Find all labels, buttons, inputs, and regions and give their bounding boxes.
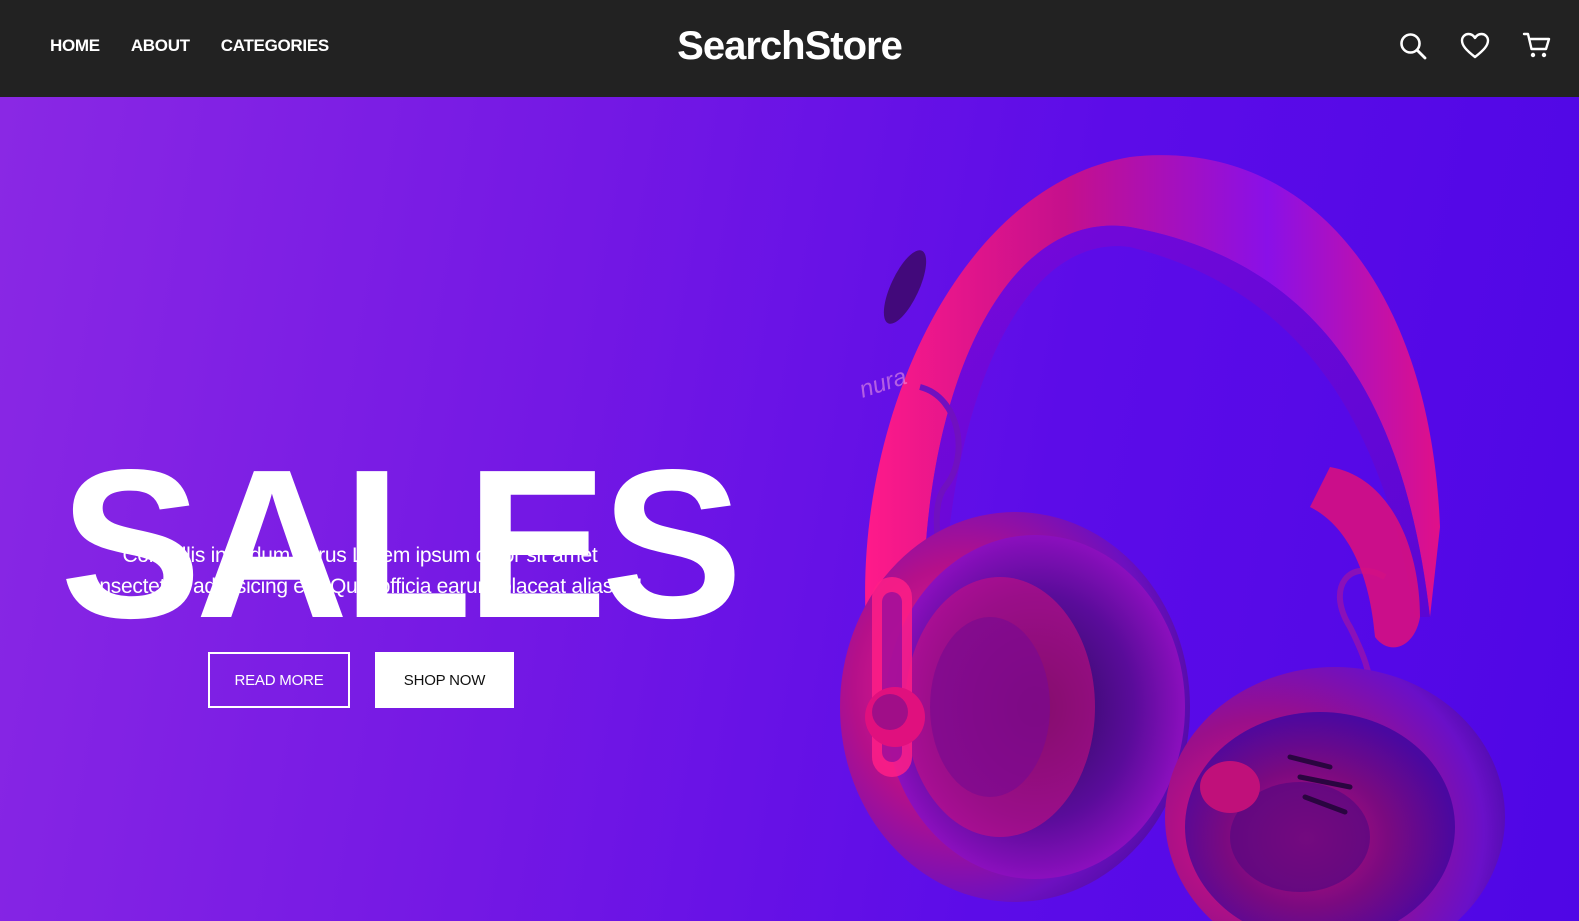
wishlist-button[interactable] <box>1459 28 1491 64</box>
shop-now-button[interactable]: SHOP NOW <box>375 652 514 708</box>
header-actions <box>1397 28 1553 64</box>
read-more-button[interactable]: READ MORE <box>208 652 350 708</box>
cart-icon <box>1522 32 1551 58</box>
brand-logo[interactable]: SearchStore <box>0 22 1579 70</box>
hero-description: Convallis interdum purus Lorem ipsum dol… <box>50 540 670 602</box>
heart-icon <box>1460 32 1490 59</box>
search-button[interactable] <box>1397 28 1429 64</box>
headphones-product-image: nura <box>840 155 1505 921</box>
site-header: HOME ABOUT CATEGORIES SearchStore <box>0 0 1579 97</box>
hero-description-line-2: consectetur, adipisicing elit. Quia offi… <box>77 575 643 598</box>
search-icon <box>1400 33 1427 60</box>
cart-button[interactable] <box>1521 28 1553 64</box>
hero-banner: SALES Convallis interdum purus Lorem ips… <box>0 97 1579 921</box>
hero-description-line-1: Convallis interdum purus Lorem ipsum dol… <box>122 544 598 567</box>
